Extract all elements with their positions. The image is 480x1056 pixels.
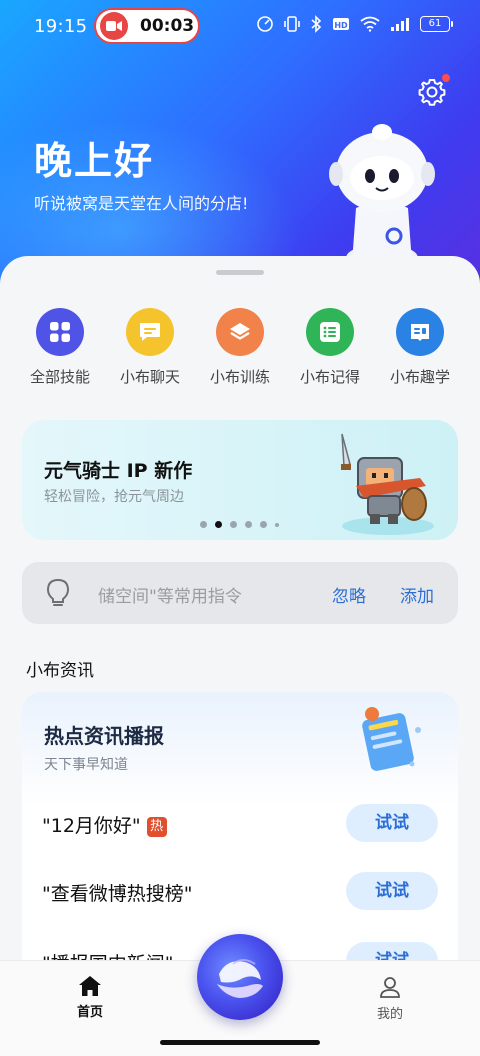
banner-subtitle: 轻松冒险，抢元气周边 (44, 489, 184, 505)
settings-button[interactable] (414, 74, 450, 110)
add-button[interactable]: 添加 (400, 582, 434, 607)
lightbulb-icon (46, 578, 70, 606)
robot-mascot-icon[interactable] (328, 118, 436, 268)
carousel-dot[interactable] (260, 521, 267, 528)
news-scroll-icon (362, 707, 421, 771)
nav-home-label: 首页 (76, 1005, 103, 1020)
ignore-button[interactable]: 忽略 (332, 582, 366, 607)
svg-text:HD: HD (334, 21, 348, 30)
voice-assistant-button[interactable] (197, 934, 283, 1020)
home-icon (79, 976, 101, 996)
status-bar: 19:15 00:03 HD 61 (0, 0, 480, 52)
section-title: 小布资讯 (26, 661, 94, 681)
carousel-indicator[interactable] (200, 521, 279, 528)
try-button[interactable]: 试试 (346, 872, 438, 910)
layers-icon (216, 308, 264, 356)
bluetooth-icon (311, 15, 322, 33)
banner-title: 元气骑士 IP 新作 (44, 460, 193, 482)
hot-badge: 热 (146, 817, 167, 837)
news-item-text: "查看微博热搜榜" (42, 883, 193, 905)
skill-chat[interactable]: 小布聊天 (110, 308, 190, 398)
vibrate-icon (284, 16, 300, 32)
news-item: "查看微博热搜榜" 试试 (22, 872, 458, 912)
skill-memory[interactable]: 小布记得 (290, 308, 370, 398)
carousel-dot[interactable] (275, 522, 279, 527)
carousel-dot[interactable] (215, 521, 222, 528)
person-icon (380, 977, 400, 998)
battery-icon: 61 (420, 16, 453, 32)
recording-time: 00:03 (140, 16, 195, 36)
status-icons: HD 61 (256, 15, 453, 33)
news-item-text: "12月你好" (42, 815, 141, 837)
skill-label: 小布趣学 (389, 368, 450, 386)
book-icon (396, 308, 444, 356)
skill-label: 小布聊天 (119, 368, 180, 386)
news-card-subtitle: 天下事早知道 (44, 757, 128, 773)
video-camera-icon (100, 12, 128, 40)
skills-row: 全部技能 小布聊天 小布训练 小布记得 小布趣学 (20, 308, 460, 398)
drag-handle[interactable] (216, 270, 264, 275)
knight-character-icon (341, 433, 434, 535)
carousel-dot[interactable] (230, 521, 237, 528)
skill-label: 小布训练 (209, 368, 270, 386)
chat-icon (126, 308, 174, 356)
news-item: "12月你好" 热 试试 (22, 804, 458, 844)
skill-training[interactable]: 小布训练 (200, 308, 280, 398)
skill-label: 全部技能 (29, 368, 90, 386)
skill-learn[interactable]: 小布趣学 (380, 308, 460, 398)
skill-label: 小布记得 (299, 368, 360, 386)
suggestion-text: 储空间"等常用指令 (98, 587, 242, 607)
carousel-dot[interactable] (245, 521, 252, 528)
try-button[interactable]: 试试 (346, 804, 438, 842)
hd-icon: HD (333, 18, 349, 30)
carousel-dot[interactable] (200, 521, 207, 528)
home-indicator[interactable] (160, 1040, 320, 1045)
grid-icon (36, 308, 84, 356)
gear-icon (418, 79, 446, 106)
news-card-title: 热点资讯播报 (44, 724, 164, 748)
wifi-icon (360, 16, 380, 32)
breeno-orb-icon (217, 959, 263, 998)
list-icon (306, 308, 354, 356)
nav-home[interactable]: 首页 (60, 975, 120, 1020)
notification-dot (442, 74, 450, 82)
status-time: 19:15 (34, 16, 88, 37)
speed-gauge-icon (257, 16, 273, 32)
promo-banner[interactable]: 元气骑士 IP 新作 轻松冒险，抢元气周边 (22, 420, 458, 540)
command-suggestion[interactable]: 储空间"等常用指令 忽略 添加 (22, 562, 458, 624)
skill-all[interactable]: 全部技能 (20, 308, 100, 398)
nav-mine-label: 我的 (376, 1007, 403, 1022)
screen-recording-indicator[interactable]: 00:03 (94, 8, 200, 44)
cellular-signal-icon (391, 18, 409, 31)
nav-mine[interactable]: 我的 (360, 975, 420, 1022)
greeting-title: 晚上好 (34, 139, 155, 183)
greeting-subtitle: 听说被窝是天堂在人间的分店! (34, 194, 249, 213)
